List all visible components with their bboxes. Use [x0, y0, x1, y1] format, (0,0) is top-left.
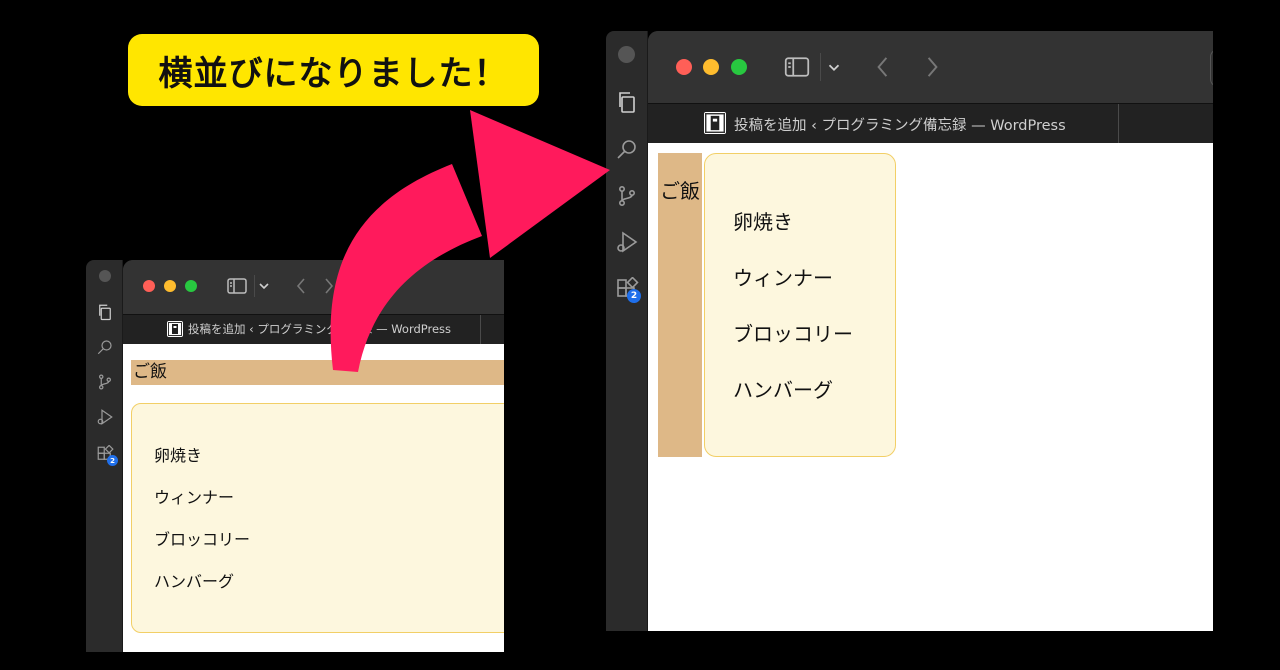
files-icon[interactable]	[95, 302, 115, 322]
minimize-window-button[interactable]	[703, 59, 719, 75]
run-debug-icon[interactable]	[613, 228, 641, 256]
toolbar-divider	[820, 53, 821, 81]
list-item: ウィンナー	[154, 488, 235, 507]
list-box: 卵焼き ウィンナー ブロッコリー ハンバーグ	[131, 403, 504, 633]
list-item: ハンバーグ	[733, 378, 833, 402]
window-after: 2 投稿を追加 ‹ プログラミング備忘録 — WordPress ご飯 卵焼き …	[606, 31, 1213, 631]
list-item: ハンバーグ	[154, 572, 235, 591]
page-content: ご飯 卵焼き ウィンナー ブロッコリー ハンバーグ	[123, 344, 504, 652]
list-item: ウィンナー	[733, 266, 833, 290]
page-content: ご飯 卵焼き ウィンナー ブロッコリー ハンバーグ	[648, 143, 1213, 631]
toolbar-divider	[254, 275, 255, 297]
favicon-icon	[167, 321, 183, 337]
tab-title[interactable]: 投稿を追加 ‹ プログラミング備忘録 — WordPress	[188, 321, 451, 337]
tab-title[interactable]: 投稿を追加 ‹ プログラミング備忘録 — WordPress	[734, 114, 1066, 135]
close-window-button[interactable]	[676, 59, 692, 75]
arrow-head	[470, 110, 610, 258]
activity-bar: 2	[86, 260, 123, 652]
tab-divider	[1118, 104, 1119, 143]
browser-toolbar	[648, 31, 1213, 103]
list-item: ブロッコリー	[733, 322, 853, 346]
tab-divider	[480, 315, 481, 344]
window-before: 2 投稿を追加 ‹ プログラミング備忘録 — WordPress ご飯 卵焼き …	[86, 260, 504, 652]
activity-bar: 2	[606, 31, 648, 631]
list-item: ブロッコリー	[154, 530, 251, 549]
window-dot-icon	[99, 270, 111, 282]
list-item: 卵焼き	[733, 210, 793, 234]
minimize-window-button[interactable]	[164, 280, 176, 292]
back-arrow-icon[interactable]	[293, 276, 309, 296]
source-control-icon[interactable]	[95, 372, 115, 392]
tab-bar: 投稿を追加 ‹ プログラミング備忘録 — WordPress	[648, 103, 1213, 143]
tab-bar: 投稿を追加 ‹ プログラミング備忘録 — WordPress	[123, 314, 504, 344]
chevron-down-icon[interactable]	[258, 280, 270, 292]
sidebar-toggle-icon[interactable]	[226, 277, 248, 295]
window-dot-icon	[618, 46, 635, 63]
search-icon[interactable]	[95, 337, 115, 357]
browser-frame: 投稿を追加 ‹ プログラミング備忘録 — WordPress ご飯 卵焼き ウィ…	[123, 260, 504, 652]
section-heading: ご飯	[658, 153, 702, 457]
list-item: 卵焼き	[154, 446, 203, 465]
maximize-window-button[interactable]	[731, 59, 747, 75]
address-bar-edge[interactable]	[1210, 49, 1213, 87]
maximize-window-button[interactable]	[185, 280, 197, 292]
close-window-button[interactable]	[143, 280, 155, 292]
list-box: 卵焼き ウィンナー ブロッコリー ハンバーグ	[704, 153, 896, 457]
run-debug-icon[interactable]	[95, 407, 115, 427]
source-control-icon[interactable]	[613, 182, 641, 210]
chevron-down-icon[interactable]	[826, 59, 842, 75]
extensions-badge: 2	[627, 289, 641, 303]
browser-frame: 投稿を追加 ‹ プログラミング備忘録 — WordPress ご飯 卵焼き ウィ…	[648, 31, 1213, 631]
search-icon[interactable]	[613, 135, 641, 163]
favicon-icon	[704, 112, 726, 134]
sidebar-toggle-icon[interactable]	[783, 55, 811, 79]
forward-arrow-icon[interactable]	[922, 53, 942, 81]
forward-arrow-icon[interactable]	[321, 276, 337, 296]
extensions-badge: 2	[107, 455, 118, 466]
callout-label: 横並びになりました！	[128, 34, 539, 106]
files-icon[interactable]	[613, 88, 641, 116]
browser-toolbar	[123, 260, 504, 314]
section-heading: ご飯	[131, 360, 504, 385]
back-arrow-icon[interactable]	[872, 53, 892, 81]
